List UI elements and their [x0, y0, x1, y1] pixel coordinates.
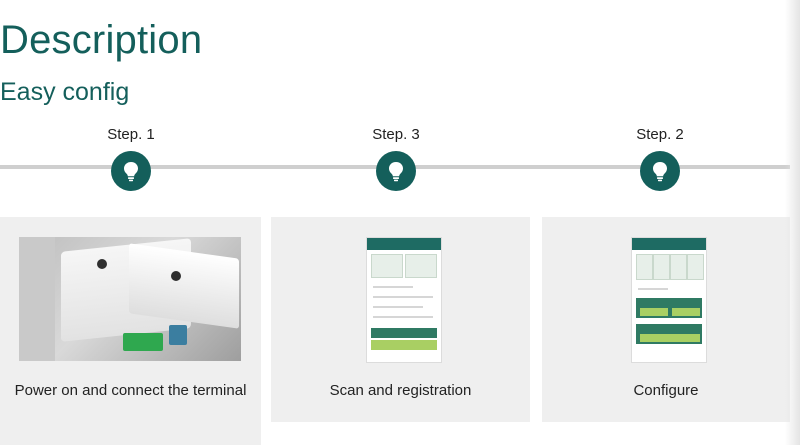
step-label: Step. 2	[636, 126, 684, 143]
step-2: Step. 3	[336, 126, 456, 191]
step-label: Step. 1	[107, 126, 155, 143]
card-power-on: Power on and connect the terminal	[0, 217, 261, 445]
app-screenshot-configure	[631, 237, 707, 363]
page: Description Easy config Step. 1 Step. 3 …	[0, 0, 800, 445]
terminal-photo	[19, 237, 241, 361]
step-3: Step. 2	[600, 126, 720, 191]
card-caption: Configure	[633, 382, 699, 399]
card-scan-registration: Scan and registration	[271, 217, 530, 422]
lightbulb-icon	[389, 162, 403, 182]
section-subtitle: Easy config	[0, 78, 130, 106]
step-label: Step. 3	[372, 126, 420, 143]
card-configure: Configure	[542, 217, 790, 422]
card-caption: Scan and registration	[329, 382, 472, 399]
step-marker	[640, 151, 680, 191]
card-caption: Power on and connect the terminal	[14, 382, 247, 399]
step-marker	[111, 151, 151, 191]
lightbulb-icon	[124, 162, 138, 182]
lightbulb-icon	[653, 162, 667, 182]
step-marker	[376, 151, 416, 191]
step-1: Step. 1	[71, 126, 191, 191]
scroll-edge-shadow	[785, 0, 800, 445]
app-screenshot-scan	[366, 237, 442, 363]
page-title: Description	[0, 18, 203, 62]
